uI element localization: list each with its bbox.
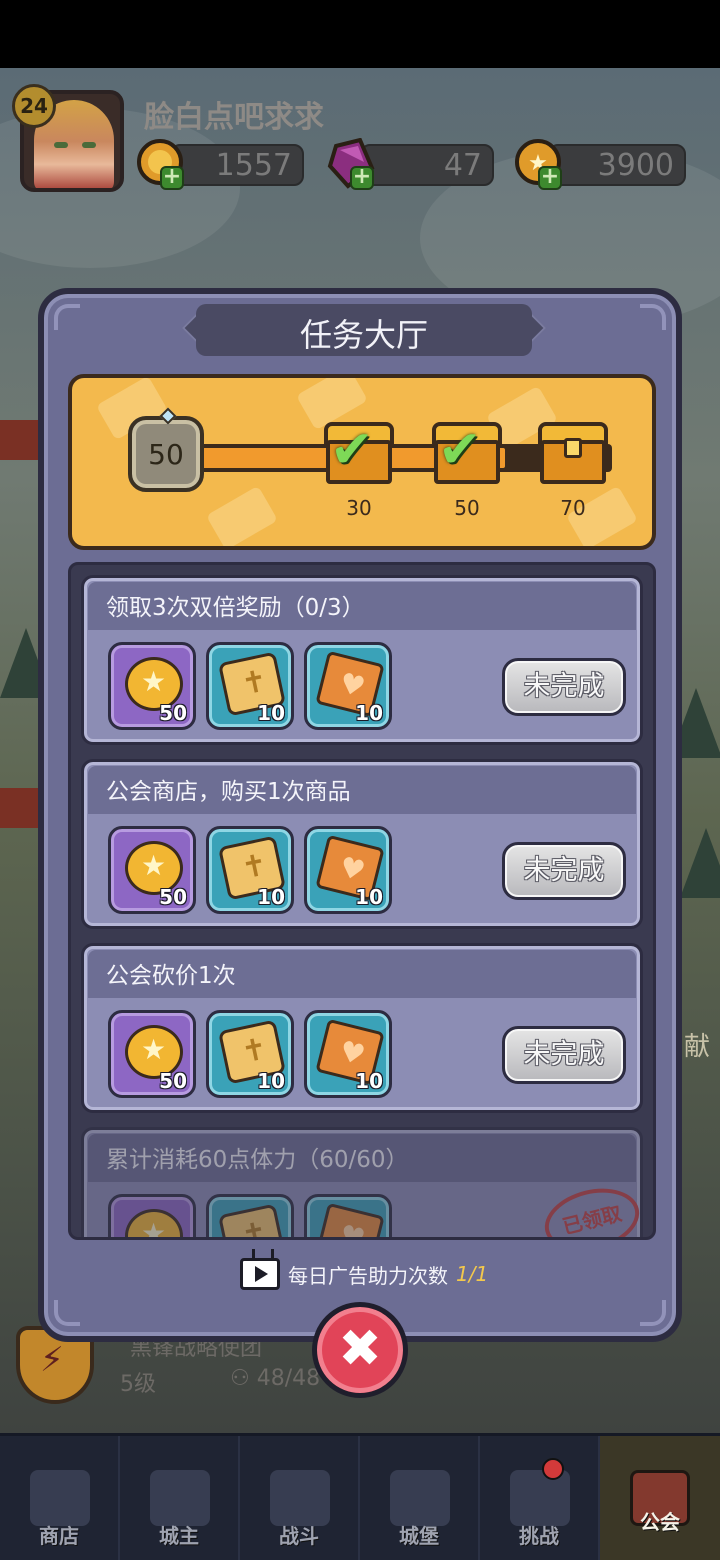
task-title: 公会砍价1次: [106, 963, 236, 989]
purple-gem-counter[interactable]: + 47: [327, 137, 494, 190]
milestone-chest-30[interactable]: ✔: [324, 422, 394, 486]
activity-points-value: 50: [148, 437, 184, 471]
task-card: 公会商店，购买1次商品 50 10 10 未完成: [81, 759, 643, 929]
reward-slot: [206, 1194, 294, 1237]
bottom-nav: 商店 城主 战斗 城堡 挑战 公会: [0, 1433, 720, 1560]
modal-title-bar: 任务大厅: [196, 304, 532, 356]
task-card: 领取3次双倍奖励（0/3） 50 10 10 未完成: [81, 575, 643, 745]
card-icon: [315, 1202, 385, 1237]
lock-icon: [564, 438, 582, 458]
milestone-label: 30: [346, 496, 372, 520]
tv-ad-icon: [240, 1258, 280, 1290]
task-card: 公会砍价1次 50 10 10 未完成: [81, 943, 643, 1113]
ad-assist-label: 每日广告助力次数: [288, 1263, 448, 1288]
add-gold-button[interactable]: +: [160, 166, 184, 190]
demon-icon: [510, 1470, 570, 1526]
reward-slot[interactable]: 10: [304, 642, 392, 730]
player-level-badge: 24: [12, 84, 56, 128]
notification-dot: [542, 1458, 564, 1480]
reward-quantity: 10: [355, 701, 383, 725]
reward-quantity: 10: [257, 701, 285, 725]
nav-label: 城堡: [399, 1524, 439, 1548]
guild-level: 5级: [120, 1372, 156, 1397]
task-hall-modal: 任务大厅 50 ✔ 30 ✔ 50 70 领取3次双倍奖励（0/3） ★ 50 …: [38, 288, 682, 1342]
reward-quantity: 10: [257, 885, 285, 909]
task-title: 公会商店，购买1次商品: [106, 779, 351, 805]
nav-item-challenge[interactable]: 挑战: [480, 1436, 600, 1560]
guild-coin-counter[interactable]: ★ + 3900: [515, 139, 686, 190]
reward-quantity: 50: [159, 885, 187, 909]
crown-icon: [150, 1470, 210, 1526]
reward-quantity: 10: [355, 1069, 383, 1093]
reward-slot[interactable]: 50: [108, 1010, 196, 1098]
reward-slot: [304, 1194, 392, 1237]
scroll-icon: [218, 1203, 286, 1237]
reward-quantity: 10: [355, 885, 383, 909]
reward-slot[interactable]: 10: [304, 1010, 392, 1098]
nav-label: 商店: [39, 1524, 79, 1548]
reward-slot[interactable]: 50: [108, 642, 196, 730]
castle-icon: [390, 1470, 450, 1526]
guild-members: ⚇ 48/48: [230, 1366, 320, 1391]
reward-quantity: 10: [257, 1069, 285, 1093]
nav-item-castle[interactable]: 城堡: [360, 1436, 480, 1560]
ad-assist-count: 1/1: [456, 1262, 489, 1286]
status-bar: [0, 0, 720, 68]
close-icon: ✖: [338, 1319, 382, 1379]
guild-members-count: 48/48: [256, 1366, 321, 1391]
reward-slot[interactable]: 10: [206, 826, 294, 914]
task-title: 领取3次双倍奖励（0/3）: [106, 595, 365, 621]
claimed-check-icon: ✔: [330, 420, 374, 480]
nav-item-battle[interactable]: 战斗: [240, 1436, 360, 1560]
purple-gem-value: 47: [443, 148, 482, 183]
gold-coin-counter[interactable]: + 1557: [137, 139, 304, 190]
milestone-chest-70[interactable]: [538, 422, 608, 486]
claimed-stamp: 已领取: [538, 1179, 646, 1237]
coin-icon: [125, 1209, 183, 1237]
task-card-completed: 累计消耗60点体力（60/60） 已领取: [81, 1127, 646, 1237]
close-button[interactable]: ✖: [312, 1302, 408, 1398]
modal-title: 任务大厅: [299, 316, 428, 354]
nav-label: 城主: [159, 1524, 199, 1548]
reward-quantity: 50: [159, 701, 187, 725]
reward-slot[interactable]: 10: [206, 1010, 294, 1098]
activity-progress-panel: 50 ✔ 30 ✔ 50 70: [68, 374, 656, 550]
task-list[interactable]: 领取3次双倍奖励（0/3） 50 10 10 未完成 公会商店，购买1次商品 5…: [68, 562, 656, 1240]
task-status-button[interactable]: 未完成: [502, 842, 626, 900]
reward-slot[interactable]: 10: [206, 642, 294, 730]
add-guild-coin-button[interactable]: +: [538, 166, 562, 190]
reward-slot[interactable]: 10: [304, 826, 392, 914]
gold-coin-value: 1557: [215, 148, 292, 183]
member-icon: ⚇: [230, 1366, 257, 1391]
add-gem-button[interactable]: +: [350, 166, 374, 190]
player-name: 脸白点吧求求: [144, 100, 324, 135]
activity-points-medal: 50: [128, 407, 204, 492]
nav-item-shop[interactable]: 商店: [0, 1436, 120, 1560]
nav-label: 挑战: [519, 1524, 559, 1548]
nav-label: 战斗: [279, 1524, 319, 1548]
nav-item-guild[interactable]: 公会: [600, 1436, 720, 1560]
ad-assist-row[interactable]: 每日广告助力次数 1/1: [240, 1254, 488, 1294]
nav-label: 公会: [640, 1510, 680, 1534]
reward-slot: [108, 1194, 196, 1237]
reward-quantity: 50: [159, 1069, 187, 1093]
milestone-label: 50: [454, 496, 480, 520]
reward-slot[interactable]: 50: [108, 826, 196, 914]
nav-item-lord[interactable]: 城主: [120, 1436, 240, 1560]
task-title: 累计消耗60点体力（60/60）: [106, 1147, 409, 1173]
background-side-label: 献: [683, 1032, 710, 1062]
guild-coin-value: 3900: [597, 148, 674, 183]
task-status-button[interactable]: 未完成: [502, 1026, 626, 1084]
milestone-label: 70: [560, 496, 586, 520]
task-status-button[interactable]: 未完成: [502, 658, 626, 716]
milestone-chest-50[interactable]: ✔: [432, 422, 502, 486]
swords-icon: [270, 1470, 330, 1526]
claimed-check-icon: ✔: [438, 420, 482, 480]
shop-icon: [30, 1470, 90, 1526]
